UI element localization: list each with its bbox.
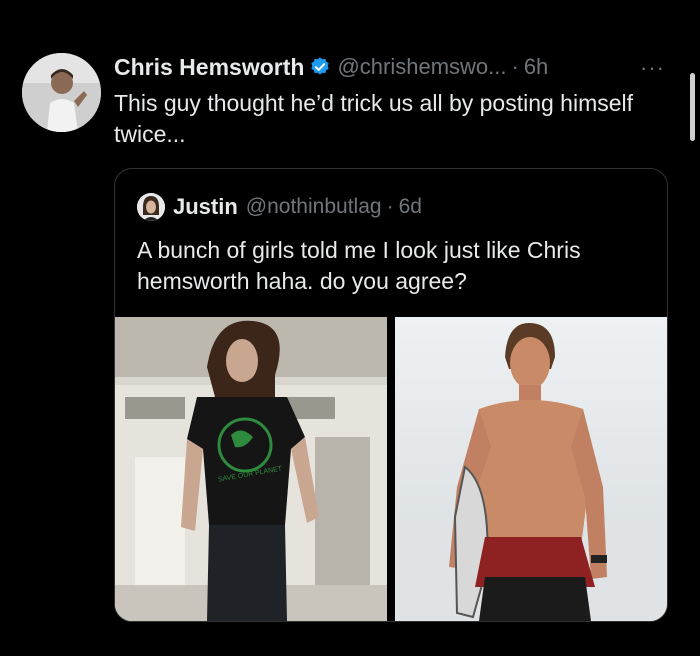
more-options-icon[interactable]: ··· <box>640 55 665 81</box>
verified-badge-icon <box>311 57 330 75</box>
tweet-time[interactable]: 6h <box>524 54 548 80</box>
author-handle[interactable]: @chrishemswo... <box>337 54 506 80</box>
quoted-photo-right[interactable] <box>395 317 667 621</box>
author-name[interactable]: Chris Hemsworth <box>114 54 304 81</box>
meta-separator: · <box>511 54 519 79</box>
quoted-author-handle[interactable]: @nothinbutlag <box>246 195 382 219</box>
quoted-meta-separator: · <box>386 195 394 218</box>
tweet-text: This guy thought he’d trick us all by po… <box>114 90 634 147</box>
quoted-author-avatar[interactable] <box>137 193 165 221</box>
scrollbar[interactable] <box>690 73 695 141</box>
quoted-author-name[interactable]: Justin <box>173 194 238 220</box>
quoted-tweet-header: Justin @nothinbutlag · 6d <box>137 193 422 221</box>
author-avatar[interactable] <box>22 53 101 132</box>
quoted-tweet-text: A bunch of girls told me I look just lik… <box>137 237 581 294</box>
quoted-tweet[interactable]: Justin @nothinbutlag · 6d A bunch of gir… <box>114 168 668 622</box>
tweet-header: Chris Hemsworth @chrishemswo... · 6h <box>114 52 548 82</box>
quoted-tweet-time[interactable]: 6d <box>399 195 422 219</box>
quoted-photo-left[interactable]: SAVE OUR PLANET <box>115 317 387 621</box>
